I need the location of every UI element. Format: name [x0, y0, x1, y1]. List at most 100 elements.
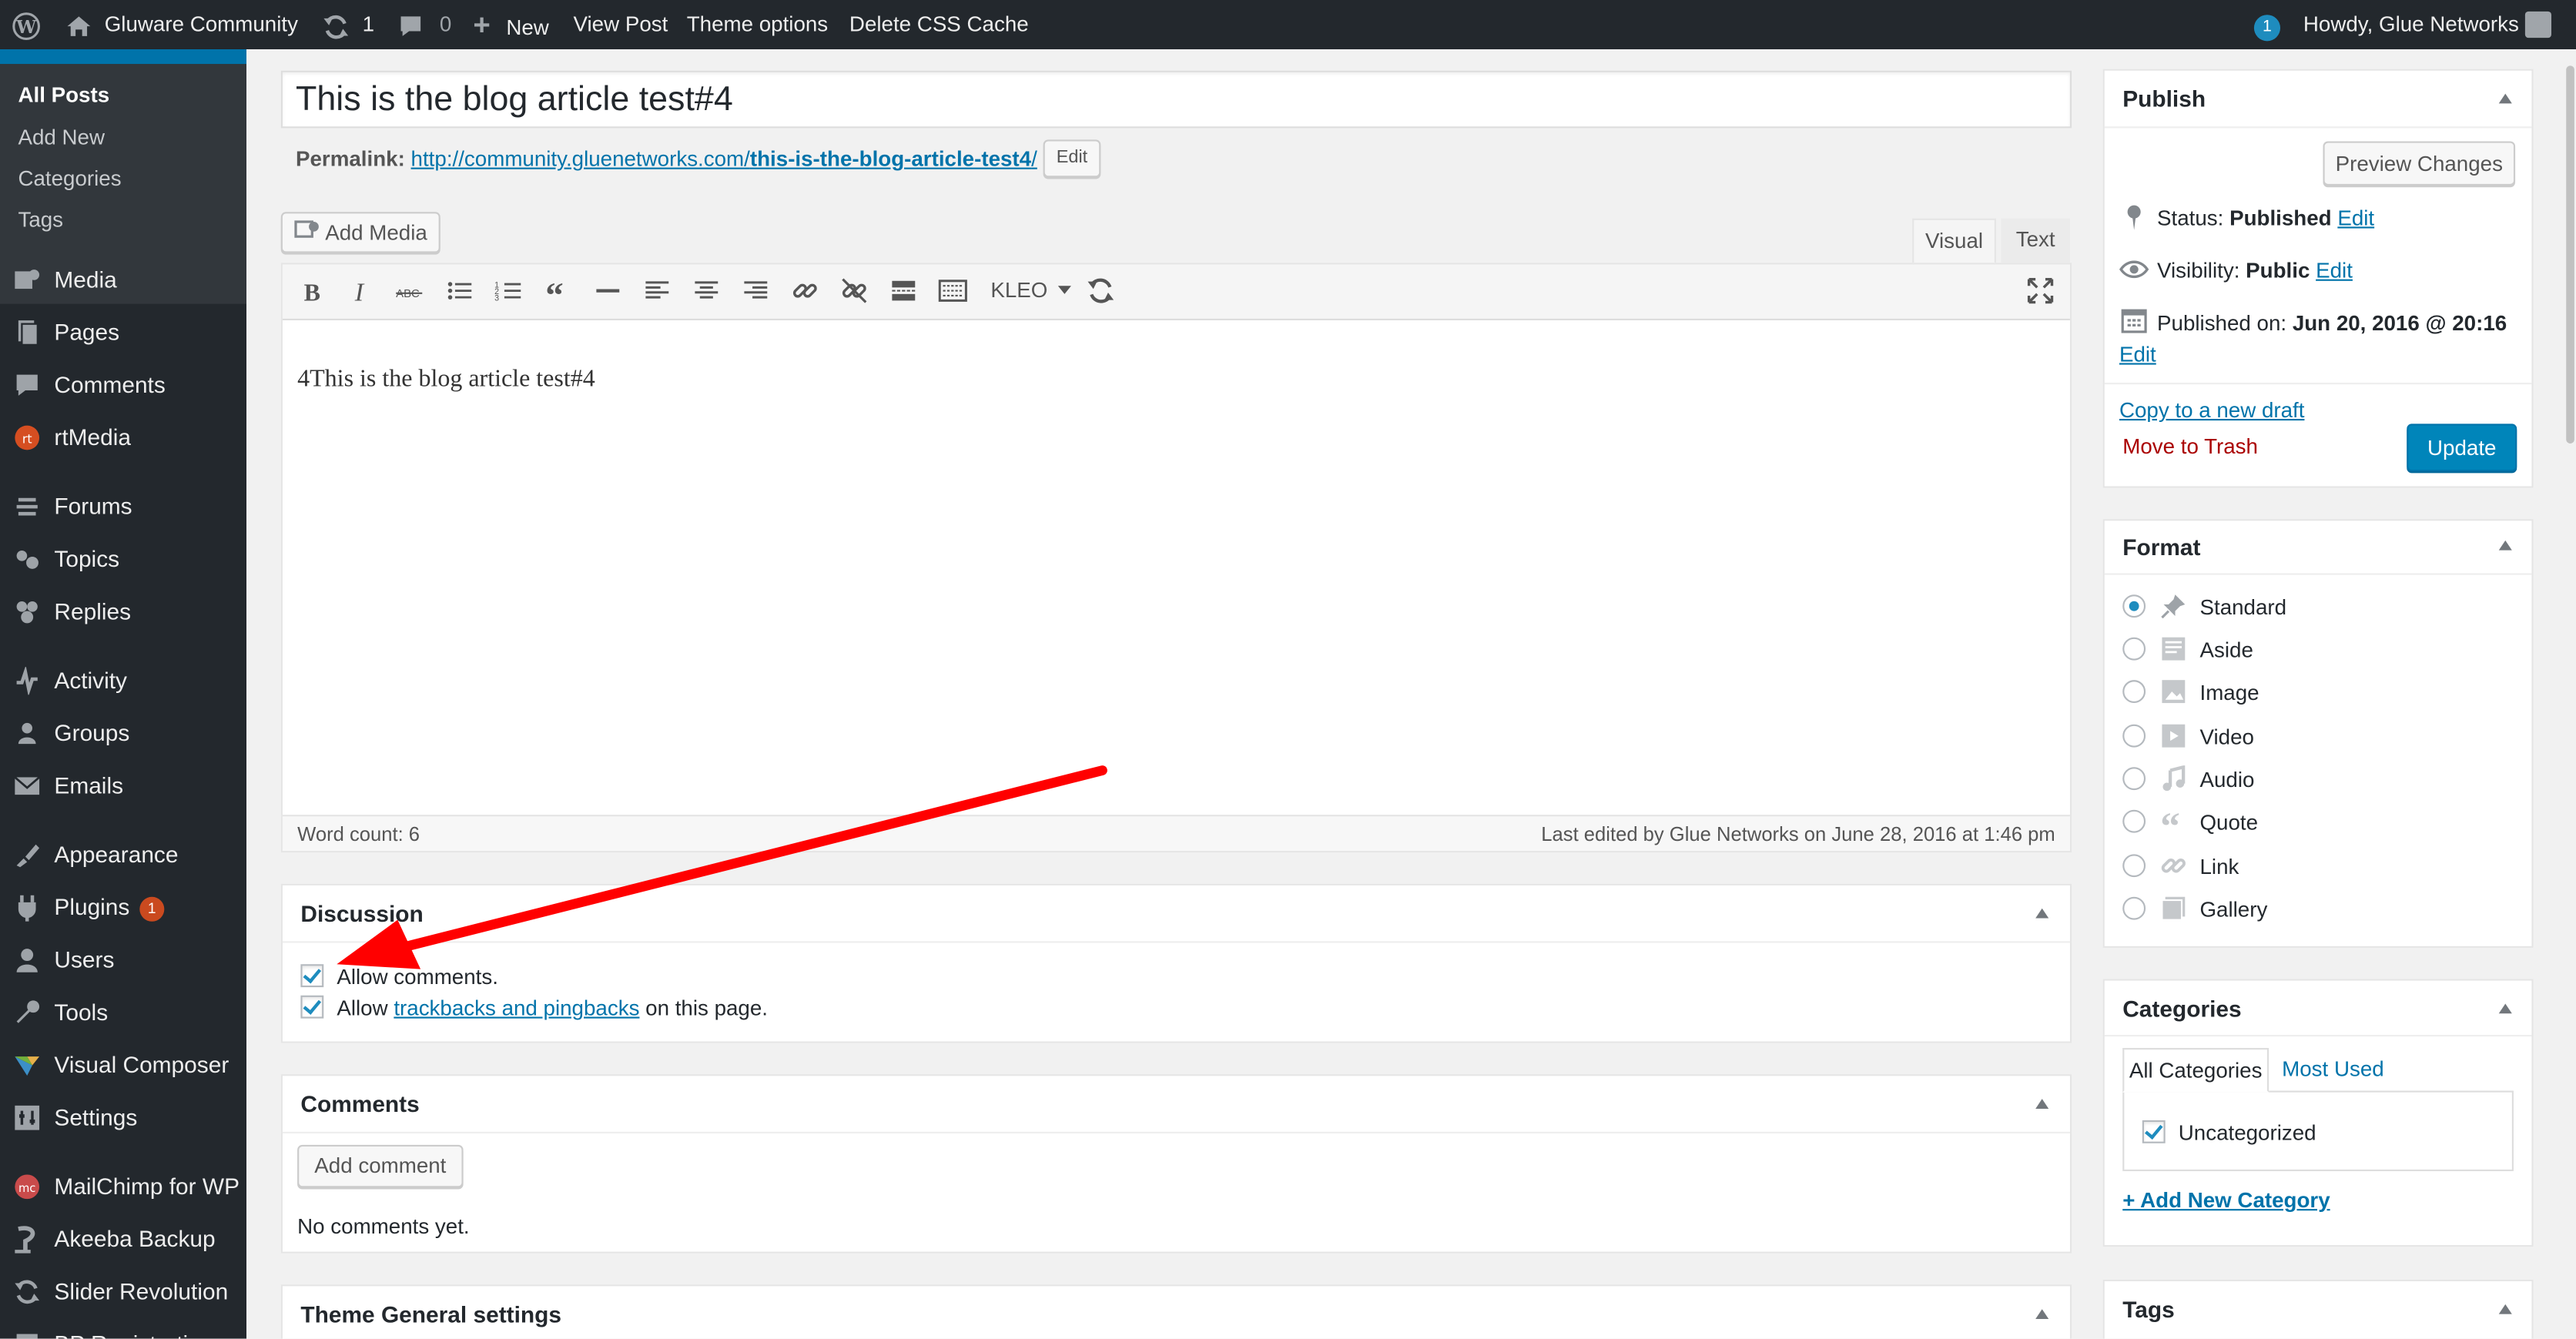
align-right-icon[interactable]: [741, 276, 770, 305]
update-button[interactable]: Update: [2407, 423, 2517, 472]
format-collapse-icon[interactable]: [2498, 540, 2512, 551]
publish-title: Publish: [2122, 85, 2206, 112]
scrollbar-thumb[interactable]: [2566, 65, 2574, 444]
sidebar-item-users[interactable]: Users: [0, 939, 246, 979]
post-title-input[interactable]: This is the blog article test#4: [280, 70, 2072, 129]
updates-link[interactable]: 1: [322, 0, 374, 49]
sidebar-item-visual-composer[interactable]: Visual Composer: [0, 1045, 246, 1084]
categories-collapse-icon[interactable]: [2498, 1003, 2512, 1014]
edit-status-link[interactable]: Edit: [2337, 206, 2374, 230]
format-gallery-radio[interactable]: [2122, 896, 2146, 920]
preview-changes-button[interactable]: Preview Changes: [2323, 141, 2516, 186]
strikethrough-icon[interactable]: ABC: [396, 276, 425, 305]
sidebar-item-plugins[interactable]: Plugins 1: [0, 887, 246, 926]
refresh-icon[interactable]: [1086, 276, 1115, 305]
appearance-icon: [13, 841, 41, 869]
kleo-dropdown[interactable]: KLEO: [990, 276, 1072, 305]
avatar[interactable]: [2524, 11, 2552, 38]
theme-options-link[interactable]: Theme options: [687, 0, 828, 49]
wordpress-logo-icon[interactable]: W: [12, 0, 41, 49]
allow-pingbacks-checkbox[interactable]: [300, 995, 324, 1019]
sidebar-item-mailchimp[interactable]: mc MailChimp for WP: [0, 1167, 246, 1206]
sidebar-item-rtmedia[interactable]: rt rtMedia: [0, 417, 246, 457]
tab-text[interactable]: Text: [2001, 218, 2070, 263]
sidebar-item-slider-revolution[interactable]: Slider Revolution: [0, 1271, 246, 1311]
edit-visibility-link[interactable]: Edit: [2316, 258, 2353, 283]
numbered-list-icon[interactable]: 123: [494, 276, 524, 305]
move-to-trash-link[interactable]: Move to Trash: [2122, 434, 2258, 458]
format-standard-radio[interactable]: [2122, 594, 2146, 618]
add-media-button[interactable]: Add Media: [280, 212, 440, 253]
submenu-tags[interactable]: Tags: [18, 207, 63, 232]
add-media-icon: [294, 216, 320, 253]
delete-css-cache-link[interactable]: Delete CSS Cache: [849, 0, 1029, 49]
sidebar-item-forums[interactable]: Forums: [0, 486, 246, 525]
format-aside-radio[interactable]: [2122, 637, 2146, 661]
bullet-list-icon[interactable]: [445, 276, 474, 305]
copy-to-draft-link[interactable]: Copy to a new draft: [2119, 397, 2304, 422]
svg-text:I: I: [354, 278, 365, 305]
horizontal-line-icon[interactable]: [593, 276, 622, 305]
svg-text:3: 3: [494, 293, 499, 303]
view-post-link[interactable]: View Post: [574, 0, 668, 49]
sidebar-item-topics[interactable]: Topics: [0, 539, 246, 578]
submenu-all-posts[interactable]: All Posts: [18, 82, 109, 107]
add-new-category-link[interactable]: + Add New Category: [2122, 1187, 2330, 1212]
format-quote-radio[interactable]: [2122, 809, 2146, 833]
tags-title: Tags: [2122, 1296, 2175, 1323]
sidebar-item-settings[interactable]: Settings: [0, 1097, 246, 1136]
comments-collapse-icon[interactable]: [2035, 1099, 2049, 1109]
insert-link-icon[interactable]: [790, 276, 819, 305]
sidebar-item-replies[interactable]: Replies: [0, 591, 246, 631]
tab-all-categories[interactable]: All Categories: [2122, 1048, 2269, 1093]
visual-composer-icon: [13, 1051, 41, 1079]
add-comment-button[interactable]: Add comment: [297, 1144, 464, 1188]
sidebar-item-groups[interactable]: Groups: [0, 713, 246, 752]
fullscreen-icon[interactable]: [2025, 276, 2055, 305]
sidebar-item-pages[interactable]: Pages: [0, 312, 246, 351]
format-link-radio[interactable]: [2122, 854, 2146, 878]
howdy-user-link[interactable]: Howdy, Glue Networks: [2303, 0, 2519, 49]
tab-visual[interactable]: Visual: [1912, 218, 1996, 263]
bold-icon[interactable]: B: [297, 276, 327, 306]
sidebar-item-tools[interactable]: Tools: [0, 993, 246, 1032]
sidebar-item-bp-registration[interactable]: BP Registration: [0, 1324, 246, 1339]
page-scrollbar[interactable]: [2562, 49, 2576, 1339]
site-link[interactable]: Gluware Community: [65, 0, 298, 49]
theme-settings-collapse-icon[interactable]: [2035, 1309, 2049, 1320]
emails-icon: [13, 772, 41, 800]
align-left-icon[interactable]: [642, 276, 672, 305]
editor-content[interactable]: 4This is the blog article test#4: [283, 322, 2070, 815]
remove-link-icon[interactable]: [839, 276, 869, 305]
discussion-collapse-icon[interactable]: [2035, 908, 2049, 919]
edit-date-link[interactable]: Edit: [2119, 342, 2156, 367]
italic-icon[interactable]: I: [347, 276, 376, 306]
tab-most-used[interactable]: Most Used: [2282, 1056, 2384, 1081]
sidebar-item-akeeba[interactable]: Akeeba Backup: [0, 1219, 246, 1258]
toolbar-toggle-icon[interactable]: [938, 276, 967, 305]
comments-link[interactable]: 0: [397, 0, 451, 49]
new-content-link[interactable]: + New: [473, 0, 548, 49]
permalink-edit-button[interactable]: Edit: [1043, 139, 1101, 178]
trackbacks-link[interactable]: trackbacks and pingbacks: [394, 996, 639, 1020]
blockquote-icon[interactable]: “: [544, 276, 573, 316]
notification-badge[interactable]: 1: [2253, 12, 2281, 42]
publish-collapse-icon[interactable]: [2498, 93, 2512, 104]
plugins-update-badge: 1: [139, 896, 165, 922]
submenu-add-new[interactable]: Add New: [18, 125, 105, 149]
permalink-link[interactable]: http://community.gluenetworks.com/this-i…: [411, 146, 1037, 171]
read-more-icon[interactable]: [889, 276, 918, 305]
format-image-radio[interactable]: [2122, 680, 2146, 704]
tags-collapse-icon[interactable]: [2498, 1304, 2512, 1314]
sidebar-item-emails[interactable]: Emails: [0, 765, 246, 805]
format-audio-radio[interactable]: [2122, 767, 2146, 791]
align-center-icon[interactable]: [692, 276, 721, 305]
sidebar-item-media[interactable]: Media: [0, 259, 246, 299]
format-video-radio[interactable]: [2122, 724, 2146, 748]
submenu-categories[interactable]: Categories: [18, 166, 121, 190]
sidebar-item-comments[interactable]: Comments: [0, 365, 246, 404]
allow-comments-checkbox[interactable]: [300, 964, 324, 988]
sidebar-item-activity[interactable]: Activity: [0, 661, 246, 700]
category-uncategorized-checkbox[interactable]: [2142, 1120, 2166, 1143]
sidebar-item-appearance[interactable]: Appearance: [0, 835, 246, 874]
